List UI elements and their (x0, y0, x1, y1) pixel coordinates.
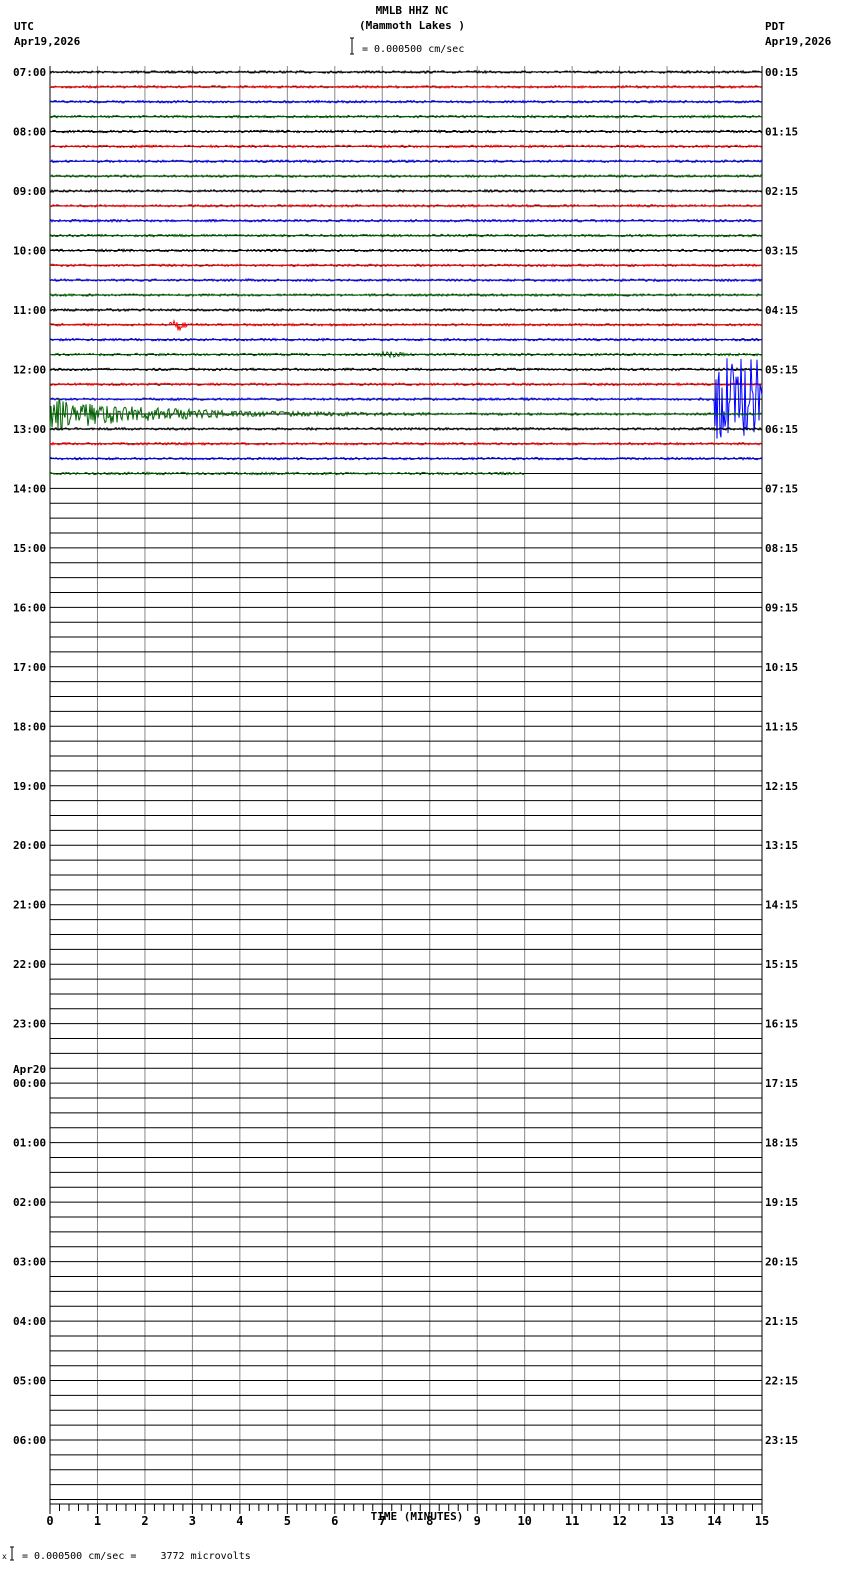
utc-hour-label: 08:00 (13, 125, 46, 138)
pdt-hour-label: 20:15 (765, 1256, 798, 1269)
pdt-hour-label: 19:15 (765, 1196, 798, 1209)
pdt-hour-label: 23:15 (765, 1434, 798, 1447)
pdt-hour-label: 05:15 (765, 363, 798, 376)
helicorder-chart: MMLB HHZ NC (Mammoth Lakes ) UTC Apr19,2… (2, 4, 832, 1562)
pdt-hour-label: 09:15 (765, 601, 798, 614)
seismic-trace (49, 318, 763, 332)
utc-hour-label: 04:00 (13, 1315, 46, 1328)
utc-hour-label: 22:00 (13, 958, 46, 971)
pdt-hour-label: 18:15 (765, 1137, 798, 1150)
x-tick-label: 4 (236, 1514, 243, 1528)
utc-hour-label: 06:00 (13, 1434, 46, 1447)
chart-title: MMLB HHZ NC (376, 4, 449, 17)
pdt-hour-label: 03:15 (765, 244, 798, 257)
utc-hour-label: 16:00 (13, 601, 46, 614)
utc-hour-label: 19:00 (13, 780, 46, 793)
x-tick-label: 9 (474, 1514, 481, 1528)
date-change-label: Apr20 (13, 1063, 46, 1076)
utc-hour-label: 18:00 (13, 720, 46, 733)
x-tick-label: 0 (46, 1514, 53, 1528)
seismic-trace (49, 129, 762, 134)
left-date: Apr19,2026 (14, 35, 81, 48)
pdt-hour-label: 12:15 (765, 780, 798, 793)
utc-hour-label: 05:00 (13, 1375, 46, 1388)
pdt-hour-label: 17:15 (765, 1077, 798, 1090)
x-tick-label: 11 (565, 1514, 579, 1528)
pdt-hour-label: 02:15 (765, 185, 798, 198)
pdt-hour-label: 10:15 (765, 661, 798, 674)
pdt-hour-label: 11:15 (765, 720, 798, 733)
utc-hour-label: 12:00 (13, 363, 46, 376)
pdt-hour-label: 01:15 (765, 125, 798, 138)
x-tick-label: 14 (707, 1514, 721, 1528)
x-tick-label: 3 (189, 1514, 196, 1528)
utc-hour-label: 00:00 (13, 1077, 46, 1090)
left-timezone: UTC (14, 20, 34, 33)
footer-scale-bar-icon (10, 1546, 14, 1561)
seismic-trace (49, 248, 763, 253)
x-tick-label: 10 (517, 1514, 531, 1528)
seismic-trace (49, 114, 763, 119)
utc-hour-label: 10:00 (13, 244, 46, 257)
x-tick-label: 12 (612, 1514, 626, 1528)
x-tick-label: 2 (141, 1514, 148, 1528)
utc-hour-label: 15:00 (13, 542, 46, 555)
pdt-hour-label: 14:15 (765, 899, 798, 912)
pdt-hour-label: 21:15 (765, 1315, 798, 1328)
pdt-hour-label: 15:15 (765, 958, 798, 971)
seismic-trace (49, 307, 762, 313)
utc-hour-label: 07:00 (13, 66, 46, 79)
x-tick-label: 5 (284, 1514, 291, 1528)
pdt-hour-label: 07:15 (765, 482, 798, 495)
right-date: Apr19,2026 (765, 35, 832, 48)
x-tick-label: 15 (755, 1514, 769, 1528)
pdt-hour-label: 16:15 (765, 1018, 798, 1031)
x-tick-label: 6 (331, 1514, 338, 1528)
pdt-hour-label: 06:15 (765, 423, 798, 436)
utc-hour-label: 14:00 (13, 482, 46, 495)
chart-subtitle: (Mammoth Lakes ) (359, 19, 465, 32)
seismic-trace (49, 350, 763, 359)
utc-hour-label: 03:00 (13, 1256, 46, 1269)
seismic-trace (49, 233, 763, 238)
utc-hour-label: 02:00 (13, 1196, 46, 1209)
pdt-hour-label: 22:15 (765, 1375, 798, 1388)
pdt-hour-label: 04:15 (765, 304, 798, 317)
utc-hour-label: 09:00 (13, 185, 46, 198)
footer-scale-label: = 0.000500 cm/sec = 3772 microvolts (22, 1551, 251, 1562)
pdt-hour-label: 00:15 (765, 66, 798, 79)
utc-hour-label: 23:00 (13, 1018, 46, 1031)
utc-hour-label: 01:00 (13, 1137, 46, 1150)
scale-label: = 0.000500 cm/sec (362, 44, 464, 55)
utc-hour-label: 13:00 (13, 423, 46, 436)
utc-hour-label: 17:00 (13, 661, 46, 674)
footer-x-mark: x (2, 1552, 7, 1561)
pdt-hour-label: 13:15 (765, 839, 798, 852)
scale-bar-icon (350, 37, 354, 55)
seismic-trace (49, 277, 763, 283)
x-axis-label: TIME (MINUTES) (371, 1510, 464, 1523)
utc-hour-label: 11:00 (13, 304, 46, 317)
pdt-hour-label: 08:15 (765, 542, 798, 555)
seismic-trace (49, 69, 763, 75)
x-tick-label: 1 (94, 1514, 101, 1528)
utc-hour-label: 20:00 (13, 839, 46, 852)
utc-hour-label: 21:00 (13, 899, 46, 912)
x-tick-label: 13 (660, 1514, 674, 1528)
right-timezone: PDT (765, 20, 785, 33)
